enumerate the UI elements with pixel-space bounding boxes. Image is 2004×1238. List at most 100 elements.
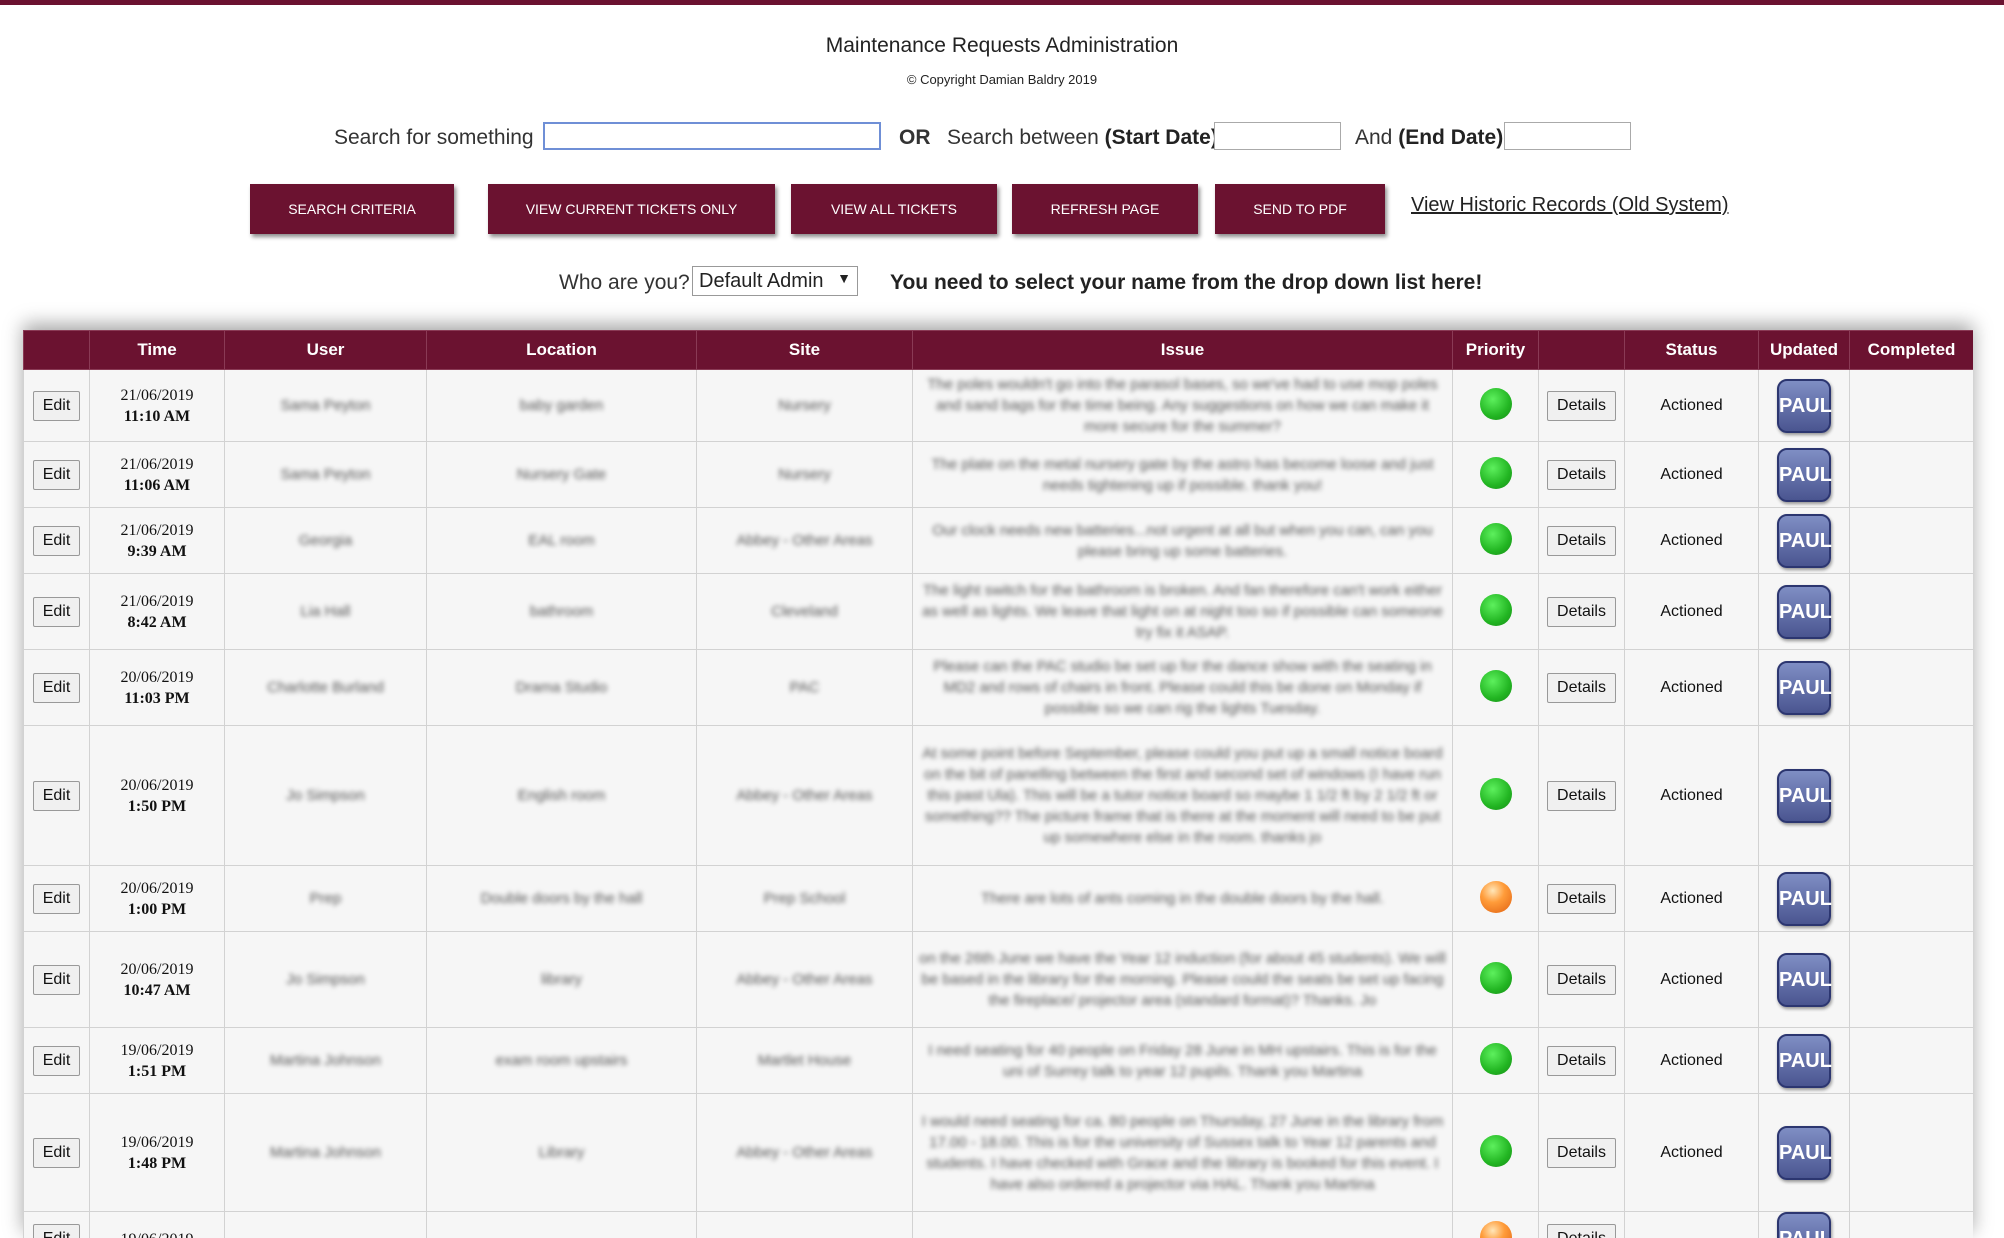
location-cell: Double doors by the hall — [426, 865, 697, 932]
updated-by-badge[interactable]: PAUL — [1777, 378, 1832, 433]
priority-indicator-icon — [1479, 669, 1512, 702]
completed-cell — [1849, 1093, 1973, 1212]
ticket-location: baby garden — [519, 397, 604, 414]
ticket-issue: At some point before September, please c… — [922, 745, 1443, 846]
ticket-location: EAL room — [528, 532, 595, 549]
view-all-tickets-button[interactable]: VIEW ALL TICKETS — [791, 184, 997, 234]
ticket-location: library — [541, 971, 582, 988]
ticket-time: 1:00 PM — [127, 900, 187, 918]
updated-by-badge[interactable]: PAUL — [1777, 768, 1832, 823]
ticket-site: Abbey - Other Areas — [736, 532, 873, 549]
ticket-time: 11:03 PM — [124, 689, 190, 707]
column-header — [23, 330, 90, 370]
site-cell: Abbey - Other Areas — [696, 1093, 913, 1212]
historic-records-link[interactable]: View Historic Records (Old System) — [1411, 194, 1728, 217]
updated-by-badge[interactable]: PAUL — [1777, 952, 1832, 1007]
issue-cell: I would need seating for ca. 80 people o… — [912, 1093, 1453, 1212]
ticket-time: 11:06 AM — [123, 476, 191, 494]
status-cell: Actioned — [1624, 369, 1759, 442]
edit-button[interactable]: Edit — [32, 525, 81, 556]
completed-cell — [1849, 649, 1973, 726]
status-cell: Actioned — [1624, 573, 1759, 650]
ticket-issue: Our clock needs new batteries...not urge… — [932, 521, 1433, 560]
ticket-status: Actioned — [1660, 602, 1723, 620]
details-button[interactable]: Details — [1547, 390, 1616, 421]
end-date-input[interactable] — [1504, 122, 1631, 150]
issue-cell — [912, 1211, 1453, 1238]
date-range-label: Search between (Start Date) — [947, 126, 1218, 149]
updated-by-badge[interactable]: PAUL — [1777, 584, 1832, 639]
updated-cell: PAUL — [1758, 1093, 1850, 1212]
user-dropdown[interactable]: Default Admin ▼ — [692, 266, 858, 296]
details-button[interactable]: Details — [1547, 1137, 1616, 1168]
column-header: Issue — [912, 330, 1453, 370]
details-button[interactable]: Details — [1547, 1045, 1616, 1076]
edit-button[interactable]: Edit — [32, 596, 81, 627]
updated-by-badge[interactable]: PAUL — [1777, 447, 1832, 502]
search-label: Search for something — [334, 126, 534, 149]
ticket-user: Lia Hall — [300, 603, 351, 620]
edit-cell: Edit — [23, 649, 90, 726]
edit-button[interactable]: Edit — [32, 459, 81, 490]
details-button[interactable]: Details — [1547, 964, 1616, 995]
ticket-status: Actioned — [1660, 889, 1723, 907]
view-current-tickets-button[interactable]: VIEW CURRENT TICKETS ONLY — [488, 184, 775, 234]
edit-button[interactable]: Edit — [32, 1137, 81, 1168]
search-criteria-button[interactable]: SEARCH CRITERIA — [250, 184, 454, 234]
edit-button[interactable]: Edit — [32, 1045, 81, 1076]
details-button[interactable]: Details — [1547, 780, 1616, 811]
updated-by-badge[interactable]: PAUL — [1777, 1033, 1832, 1088]
user-dropdown-value: Default Admin — [699, 270, 824, 292]
table-row: Edit 19/06/2019 1:48 PM Martina Johnson Libr… — [23, 1093, 1973, 1212]
details-button[interactable]: Details — [1547, 672, 1616, 703]
details-button[interactable]: Details — [1547, 883, 1616, 914]
start-date-input[interactable] — [1214, 122, 1341, 150]
refresh-page-button[interactable]: REFRESH PAGE — [1012, 184, 1198, 234]
priority-indicator-icon — [1479, 961, 1512, 994]
ticket-site: PAC — [789, 679, 820, 696]
priority-cell — [1452, 441, 1539, 508]
ticket-location: Library — [538, 1144, 585, 1161]
ticket-time: 10:47 AM — [123, 981, 191, 999]
priority-indicator-icon — [1479, 593, 1512, 626]
ticket-status: Actioned — [1660, 1051, 1723, 1069]
edit-button[interactable]: Edit — [32, 672, 81, 703]
details-cell: Details — [1538, 649, 1625, 726]
edit-button[interactable]: Edit — [32, 1224, 81, 1238]
details-button[interactable]: Details — [1547, 525, 1616, 556]
ticket-time: 1:51 PM — [127, 1062, 187, 1080]
updated-cell: PAUL — [1758, 1211, 1850, 1238]
ticket-site: Abbey - Other Areas — [736, 1144, 873, 1161]
updated-by-badge[interactable]: PAUL — [1777, 1125, 1832, 1180]
page-title: Maintenance Requests Administration — [825, 34, 1179, 57]
edit-button[interactable]: Edit — [32, 780, 81, 811]
site-cell — [696, 1211, 913, 1238]
updated-by-badge[interactable]: PAUL — [1777, 1212, 1832, 1238]
edit-button[interactable]: Edit — [32, 883, 81, 914]
edit-button[interactable]: Edit — [32, 390, 81, 421]
ticket-status: Actioned — [1660, 786, 1723, 804]
ticket-user: Georgia — [298, 532, 353, 549]
details-button[interactable]: Details — [1547, 596, 1616, 627]
details-button[interactable]: Details — [1547, 459, 1616, 490]
details-button[interactable]: Details — [1547, 1224, 1616, 1238]
column-header: Site — [696, 330, 913, 370]
time-cell: 20/06/2019 1:50 PM — [89, 725, 225, 866]
site-cell: Nursery — [696, 369, 913, 442]
edit-button[interactable]: Edit — [32, 964, 81, 995]
location-cell: English room — [426, 725, 697, 866]
priority-cell — [1452, 1027, 1539, 1094]
updated-by-badge[interactable]: PAUL — [1777, 660, 1832, 715]
send-to-pdf-button[interactable]: SEND TO PDF — [1215, 184, 1385, 234]
updated-by-badge[interactable]: PAUL — [1777, 871, 1832, 926]
ticket-site: Prep School — [763, 890, 846, 907]
search-input[interactable] — [543, 122, 881, 150]
location-cell: Drama Studio — [426, 649, 697, 726]
issue-cell: There are lots of ants coming in the dou… — [912, 865, 1453, 932]
updated-by-badge[interactable]: PAUL — [1777, 513, 1832, 568]
issue-cell: At some point before September, please c… — [912, 725, 1453, 866]
location-cell — [426, 1211, 697, 1238]
ticket-status: Actioned — [1660, 678, 1723, 696]
ticket-status: Actioned — [1660, 970, 1723, 988]
edit-cell: Edit — [23, 441, 90, 508]
